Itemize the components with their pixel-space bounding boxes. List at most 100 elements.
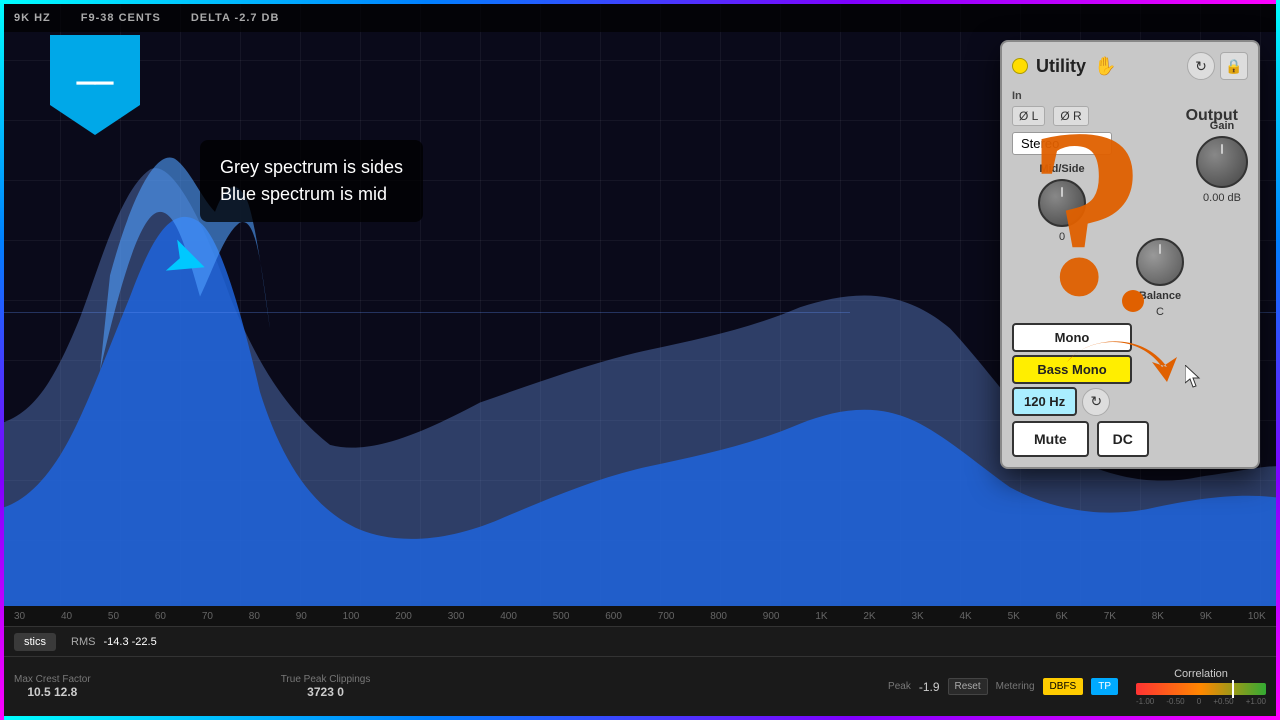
callout-line2: Blue spectrum is mid	[220, 181, 403, 208]
correlation-label: Correlation	[1174, 668, 1228, 680]
tp-button[interactable]: TP	[1091, 678, 1118, 695]
true-peak-label: True Peak Clippings	[281, 674, 371, 685]
freq-label-200: 200	[395, 611, 412, 622]
max-crest-value: 10.5 12.8	[27, 685, 77, 699]
balance-knob[interactable]	[1136, 238, 1184, 286]
corr-scale-5: +1.00	[1246, 697, 1266, 706]
gain-knob[interactable]	[1196, 136, 1248, 188]
freq-label-700: 700	[658, 611, 675, 622]
phase-buttons-row: Ø L Ø R	[1012, 106, 1112, 126]
utility-title: Utility	[1036, 56, 1086, 77]
logo-icon: ⎯⎯	[77, 59, 113, 102]
delta-label: DELTA -2.7 DB	[191, 12, 280, 24]
freq-label-40: 40	[61, 611, 72, 622]
freq-label-800: 800	[710, 611, 727, 622]
channel-select-container[interactable]: Stereo	[1012, 132, 1112, 155]
gain-indicator	[1221, 144, 1223, 154]
phase-l-button[interactable]: Ø L	[1012, 106, 1045, 126]
mid-side-knob[interactable]	[1038, 179, 1086, 227]
rms-label: RMS	[71, 636, 95, 648]
corr-scale-3: 0	[1197, 697, 1201, 706]
peak-value: -1.9	[919, 680, 940, 694]
freq-label-9K: 9K	[1200, 611, 1212, 622]
freq-labels: 3040506070809010020030040050060070080090…	[14, 611, 1266, 622]
utility-power-dot[interactable]	[1012, 58, 1028, 74]
rainbow-border-right	[1276, 0, 1280, 720]
corr-scale-4: +0.50	[1213, 697, 1233, 706]
mid-value: 0	[1059, 231, 1065, 243]
mono-buttons: Mono Bass Mono 120 Hz ↻	[1012, 323, 1248, 416]
bass-mono-button[interactable]: Bass Mono	[1012, 355, 1132, 384]
dbfs-button[interactable]: DBFS	[1043, 678, 1084, 695]
freq-label-6K: 6K	[1056, 611, 1068, 622]
balance-value: C	[1156, 306, 1164, 318]
freq-label-90: 90	[296, 611, 307, 622]
logo-shield: ⎯⎯	[50, 35, 140, 135]
utility-lock-button[interactable]: 🔒	[1220, 52, 1248, 80]
reset-button[interactable]: Reset	[948, 678, 988, 695]
true-peak-block: True Peak Clippings 3723 0	[281, 674, 371, 699]
balance-indicator	[1159, 244, 1161, 254]
rms-display: RMS -14.3 -22.5	[71, 636, 157, 648]
freq-label-4K: 4K	[960, 611, 972, 622]
rainbow-border-top	[0, 0, 1280, 4]
status-bar: stics RMS -14.3 -22.5 Max Crest Factor 1…	[4, 626, 1276, 716]
mouse-cursor	[1185, 365, 1205, 389]
utility-panel: Utility ✋ ↻ 🔒 Output In Ø L Ø R Stereo M…	[1000, 40, 1260, 469]
hz-button[interactable]: 120 Hz	[1012, 387, 1077, 416]
gain-knob-container: Gain 0.00 dB	[1196, 120, 1248, 204]
max-crest-label: Max Crest Factor	[14, 674, 91, 685]
rainbow-border-bottom	[0, 716, 1280, 720]
gain-value: 0.00 dB	[1203, 192, 1241, 204]
status-bar-bottom: Max Crest Factor 10.5 12.8 True Peak Cli…	[4, 657, 1276, 716]
hz-row: 120 Hz ↻	[1012, 387, 1248, 416]
correlation-meter	[1136, 683, 1266, 695]
freq-label-7K: 7K	[1104, 611, 1116, 622]
mid-side-label: Mid/Side	[1039, 163, 1084, 175]
balance-section: Balance C	[1072, 238, 1248, 318]
hz-label: 9K HZ	[14, 12, 51, 24]
mono-button[interactable]: Mono	[1012, 323, 1132, 352]
peak-label: Peak	[888, 681, 911, 692]
balance-label: Balance	[1139, 290, 1181, 302]
callout-line1: Grey spectrum is sides	[220, 154, 403, 181]
true-peak-value: 3723 0	[307, 685, 344, 699]
freq-label-100: 100	[343, 611, 360, 622]
mute-button[interactable]: Mute	[1012, 421, 1089, 457]
channel-select[interactable]: Stereo	[1012, 132, 1112, 155]
hand-icon: ✋	[1094, 56, 1116, 77]
mid-side-indicator	[1061, 187, 1063, 197]
freq-label-70: 70	[202, 611, 213, 622]
freq-label-3K: 3K	[911, 611, 923, 622]
corr-scale-1: -1.00	[1136, 697, 1154, 706]
correlation-indicator	[1232, 680, 1234, 698]
hz-cycle-button[interactable]: ↻	[1082, 388, 1110, 416]
correlation-scale: -1.00 -0.50 0 +0.50 +1.00	[1136, 697, 1266, 706]
output-label: Output	[1186, 107, 1238, 125]
dc-button[interactable]: DC	[1097, 421, 1149, 457]
freq-label-2K: 2K	[863, 611, 875, 622]
status-bar-top: stics RMS -14.3 -22.5	[4, 627, 1276, 657]
freq-label-400: 400	[500, 611, 517, 622]
metering-label: Metering	[996, 681, 1035, 692]
rms-value: -14.3 -22.5	[104, 636, 157, 648]
corr-scale-2: -0.50	[1166, 697, 1184, 706]
balance-knob-container: Balance C	[1136, 238, 1184, 318]
utility-refresh-button[interactable]: ↻	[1187, 52, 1215, 80]
freq-label-50: 50	[108, 611, 119, 622]
freq-label-30: 30	[14, 611, 25, 622]
rainbow-border-left	[0, 0, 4, 720]
utility-header: Utility ✋ ↻ 🔒	[1012, 52, 1248, 80]
mid-side-knob-container: Mid/Side 0	[1012, 163, 1112, 243]
phase-r-button[interactable]: Ø R	[1053, 106, 1088, 126]
freq-label-500: 500	[553, 611, 570, 622]
max-crest-block: Max Crest Factor 10.5 12.8	[14, 674, 91, 699]
freq-label-10K: 10K	[1248, 611, 1266, 622]
gain-section: Gain 0.00 dB	[1196, 120, 1248, 204]
top-bar: 9K HZ F9-38 CENTS DELTA -2.7 DB	[4, 4, 1276, 32]
callout-bubble: Grey spectrum is sides Blue spectrum is …	[200, 140, 423, 222]
utility-title-area: Utility ✋	[1012, 56, 1116, 77]
freq-label-8K: 8K	[1152, 611, 1164, 622]
stats-tab[interactable]: stics	[14, 633, 56, 651]
input-label: In	[1012, 90, 1112, 102]
